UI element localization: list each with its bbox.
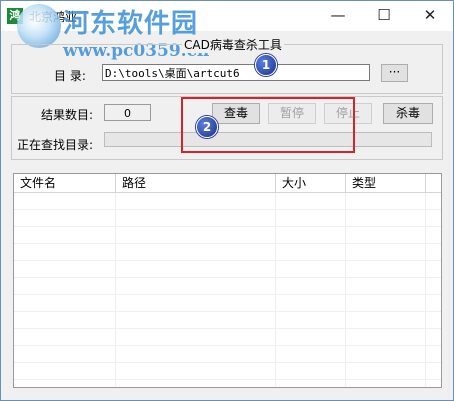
grid-line <box>14 226 441 227</box>
grid-line <box>14 294 441 295</box>
column-header-size[interactable]: 大小 <box>276 174 346 192</box>
grid-line <box>115 193 116 386</box>
watermark-name: 河东软件园 <box>63 9 199 39</box>
column-header-path[interactable]: 路径 <box>116 174 276 192</box>
browse-button[interactable]: ··· <box>381 64 408 82</box>
grid-line <box>14 277 441 278</box>
searching-directory-label: 正在查找目录: <box>17 138 94 152</box>
grid-line <box>14 243 441 244</box>
grid-line <box>14 311 441 312</box>
results-list-header: 文件名 路径 大小 类型 <box>14 174 441 193</box>
close-button[interactable]: ✕ <box>407 1 453 31</box>
grid-line <box>14 379 441 380</box>
group-title: CAD病毒查杀工具 <box>182 36 284 53</box>
grid-line <box>14 260 441 261</box>
app-window: 鸿 北京鸿业 — ☐ ✕ 河东软件园 www.pc0359.cn CAD病毒查杀… <box>0 0 454 401</box>
watermark-logo-icon <box>17 4 61 48</box>
column-header-filename[interactable]: 文件名 <box>14 174 116 192</box>
maximize-button[interactable]: ☐ <box>361 1 407 31</box>
minimize-button[interactable]: — <box>315 1 361 31</box>
directory-label: 目 录: <box>54 69 86 83</box>
grid-line <box>14 328 441 329</box>
grid-line <box>275 193 276 386</box>
grid-line <box>425 193 426 386</box>
column-header-type[interactable]: 类型 <box>346 174 426 192</box>
result-count-label: 结果数目: <box>41 108 94 122</box>
annotation-marker-1: 1 <box>255 54 277 76</box>
annotation-marker-2: 2 <box>196 116 218 138</box>
directory-input[interactable]: D:\tools\桌面\artcut6 <box>102 64 370 81</box>
grid-line <box>14 345 441 346</box>
grid-line <box>345 193 346 386</box>
grid-line <box>14 362 441 363</box>
results-list[interactable]: 文件名 路径 大小 类型 <box>13 173 442 388</box>
grid-line <box>14 209 441 210</box>
result-count-value: 0 <box>104 104 151 121</box>
results-list-body <box>14 193 441 386</box>
kill-button[interactable]: 杀毒 <box>383 103 433 124</box>
